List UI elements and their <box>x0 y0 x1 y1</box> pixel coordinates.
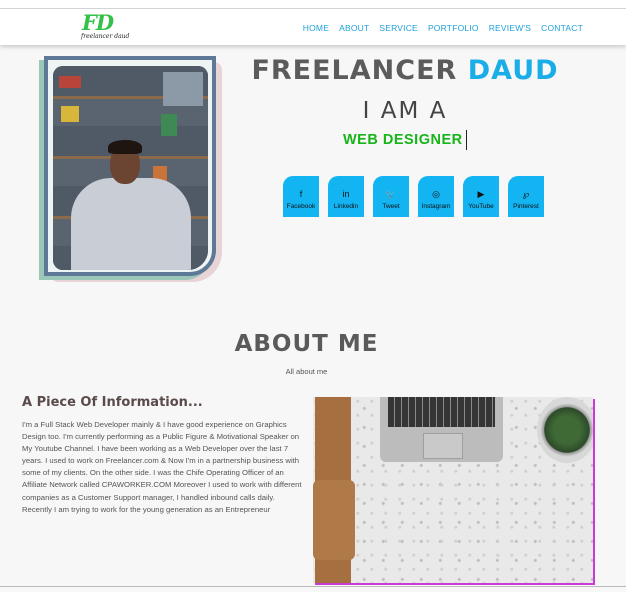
photo-tool-green <box>161 114 177 136</box>
photo-person-shirt <box>71 178 191 270</box>
profile-photo <box>53 66 208 270</box>
main-nav: HOME ABOUT SERVICE PORTFOLIO REVIEW'S CO… <box>303 23 583 33</box>
about-title: ABOUT ME <box>234 331 379 357</box>
linkedin-icon: in <box>342 188 350 199</box>
hero-title-highlight: DAUD <box>467 55 559 86</box>
typing-cursor <box>466 130 467 150</box>
info-paragraph: I'm a Full Stack Web Developer mainly & … <box>22 420 302 514</box>
pinterest-label: Pinterest <box>513 202 539 210</box>
instagram-button[interactable]: ◎ Instagram <box>418 176 454 217</box>
twitter-label: Tweet <box>382 202 400 210</box>
facebook-icon: f <box>299 188 303 199</box>
info-heading: A Piece Of Information... <box>22 395 203 410</box>
linkedin-label: Linkedin <box>333 202 359 210</box>
hero-title-main: FREELANCER <box>251 55 458 86</box>
desk-plant <box>537 397 593 463</box>
twitter-button[interactable]: 🐦 Tweet <box>373 176 409 217</box>
facebook-button[interactable]: f Facebook <box>283 176 319 217</box>
instagram-icon: ◎ <box>432 188 440 199</box>
nav-service[interactable]: SERVICE <box>379 23 418 33</box>
logo-mark: FD <box>82 10 114 35</box>
logo-tagline: freelancer daud <box>81 33 130 40</box>
about-subtitle: All about me <box>285 367 328 376</box>
profile-photo-card <box>44 56 222 282</box>
social-links: f Facebook in Linkedin 🐦 Tweet ◎ Instagr… <box>283 176 544 217</box>
photo-tool-red <box>59 76 81 88</box>
laptop-trackpad <box>423 433 463 459</box>
desk-laptop <box>380 397 503 462</box>
photo-frame <box>44 56 216 276</box>
instagram-label: Instagram <box>421 202 451 210</box>
facebook-label: Facebook <box>286 202 316 210</box>
linkedin-button[interactable]: in Linkedin <box>328 176 364 217</box>
desk-image <box>313 397 593 583</box>
photo-cabinet <box>163 72 203 106</box>
pinterest-button[interactable]: ℘ Pinterest <box>508 176 544 217</box>
youtube-icon: ▶ <box>477 188 485 199</box>
twitter-icon: 🐦 <box>385 188 397 199</box>
top-strip <box>0 0 626 9</box>
nav-home[interactable]: HOME <box>303 23 329 33</box>
nav-portfolio[interactable]: PORTFOLIO <box>428 23 479 33</box>
nav-contact[interactable]: CONTACT <box>541 23 583 33</box>
photo-tool-yellow <box>61 106 79 122</box>
hero-role: WEB DESIGNER <box>343 132 463 148</box>
hero-intro: I AM A <box>362 98 448 124</box>
youtube-button[interactable]: ▶ YouTube <box>463 176 499 217</box>
pinterest-icon: ℘ <box>522 188 530 199</box>
youtube-label: YouTube <box>468 202 494 210</box>
laptop-keyboard <box>388 397 495 427</box>
site-logo[interactable]: FD freelancer daud <box>80 10 144 43</box>
nav-about[interactable]: ABOUT <box>339 23 369 33</box>
site-header: FD freelancer daud HOME ABOUT SERVICE PO… <box>0 9 626 45</box>
photo-person-hair <box>108 140 142 154</box>
nav-reviews[interactable]: REVIEW'S <box>489 23 531 33</box>
hero-title: FREELANCER DAUD <box>250 55 560 86</box>
bottom-divider <box>0 586 626 587</box>
desk-wood-bowl <box>313 480 355 560</box>
